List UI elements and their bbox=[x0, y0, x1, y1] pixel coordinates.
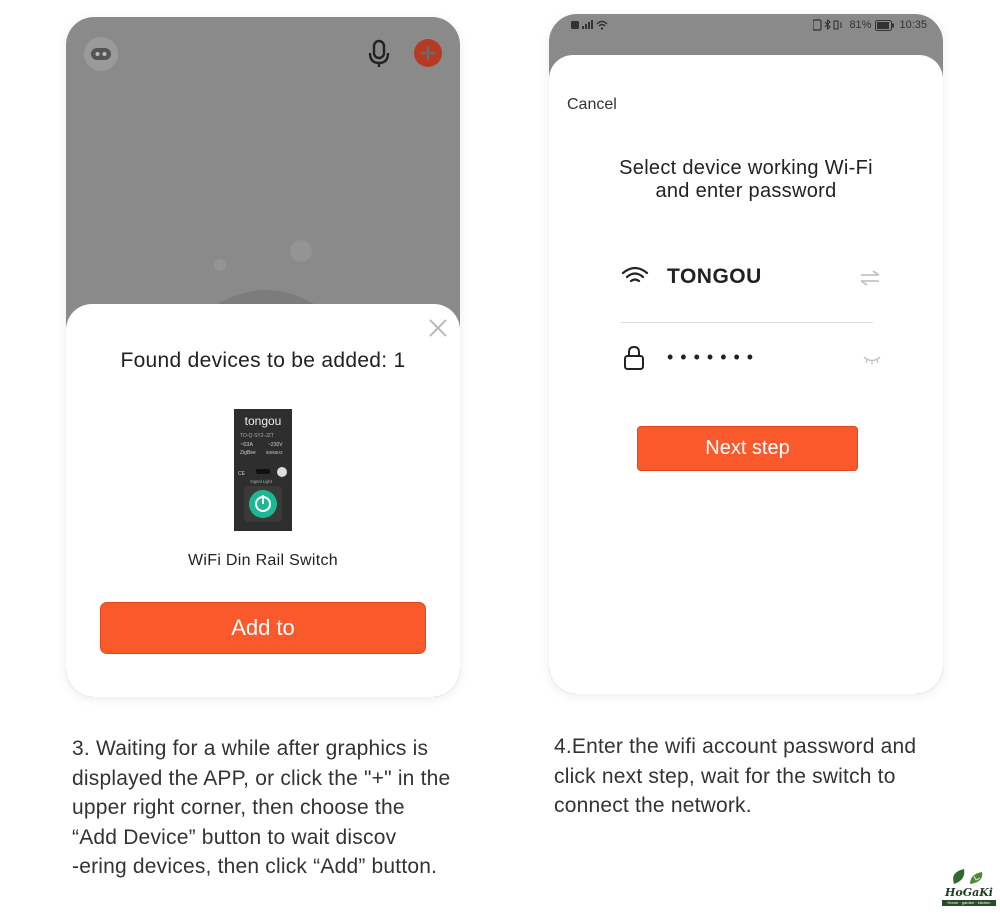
device-signal-text: Signal Light bbox=[250, 479, 273, 484]
signal-icon bbox=[571, 20, 608, 30]
wifi-network-row[interactable]: TONGOU bbox=[621, 261, 881, 297]
robot-icon[interactable] bbox=[84, 37, 118, 71]
svg-text:CE: CE bbox=[238, 471, 246, 477]
nfc-bluetooth-icon bbox=[813, 19, 842, 31]
swap-icon[interactable] bbox=[859, 269, 881, 287]
cancel-button[interactable]: Cancel bbox=[567, 96, 617, 114]
add-button[interactable]: Add to bbox=[100, 602, 426, 654]
close-icon[interactable] bbox=[428, 318, 448, 338]
device-image: tongou TO-Q-SY2-JZT ~63A ~230V ZigBee 50… bbox=[234, 409, 292, 531]
battery-percent: 81% bbox=[849, 19, 872, 31]
left-phone-screen: Found devices to be added: 1 tongou TO-Q… bbox=[66, 17, 460, 697]
status-right-icons: 81% 10:35 bbox=[813, 19, 927, 31]
device-voltage-text: ~230V bbox=[268, 442, 283, 448]
device-freq-text: 50/60Hz bbox=[266, 450, 284, 455]
logo-text: HoGaKi bbox=[945, 886, 993, 899]
device-protocol-text: ZigBee bbox=[240, 450, 256, 456]
background-illustration bbox=[196, 237, 336, 307]
right-phone-screen: 81% 10:35 Cancel Select device working W… bbox=[549, 14, 943, 694]
device-name: WiFi Din Rail Switch bbox=[187, 552, 338, 569]
battery-icon bbox=[875, 19, 895, 31]
title-line-2: and enter password bbox=[655, 180, 837, 202]
divider bbox=[620, 322, 873, 323]
password-field[interactable]: ••••••• bbox=[667, 347, 760, 368]
brand-logo: HoGaKi Home · garden · kitchen bbox=[940, 866, 998, 908]
wifi-setup-sheet: Cancel Select device working Wi-Fi and e… bbox=[549, 55, 943, 694]
eye-closed-icon[interactable] bbox=[863, 353, 881, 365]
device-rating-text: ~63A bbox=[240, 442, 253, 448]
caption-step-3: 3. Waiting for a while after graphics is… bbox=[72, 737, 451, 878]
password-row[interactable]: ••••••• bbox=[623, 345, 881, 379]
status-bar: 81% 10:35 bbox=[549, 14, 943, 38]
title-line-1: Select device working Wi-Fi bbox=[619, 157, 873, 179]
device-model-text: TO-Q-SY2-JZT bbox=[240, 433, 274, 439]
plus-icon[interactable] bbox=[414, 39, 442, 67]
microphone-icon[interactable] bbox=[366, 39, 392, 69]
leaf-icon bbox=[953, 869, 983, 884]
next-step-button[interactable]: Next step bbox=[637, 426, 858, 471]
dialog-title: Found devices to be added: 1 bbox=[120, 349, 406, 372]
lock-icon bbox=[623, 345, 645, 371]
logo-tagline: Home · garden · kitchen bbox=[942, 900, 996, 906]
status-time: 10:35 bbox=[899, 19, 927, 31]
wifi-name: TONGOU bbox=[667, 265, 762, 288]
wifi-setup-title: Select device working Wi-Fi and enter pa… bbox=[549, 157, 943, 203]
caption-step-4: 4.Enter the wifi account password and cl… bbox=[554, 735, 917, 817]
found-devices-dialog: Found devices to be added: 1 tongou TO-Q… bbox=[66, 304, 460, 697]
status-left-icons bbox=[571, 19, 611, 31]
device-brand-text: tongou bbox=[245, 414, 282, 428]
wifi-icon bbox=[621, 265, 649, 287]
